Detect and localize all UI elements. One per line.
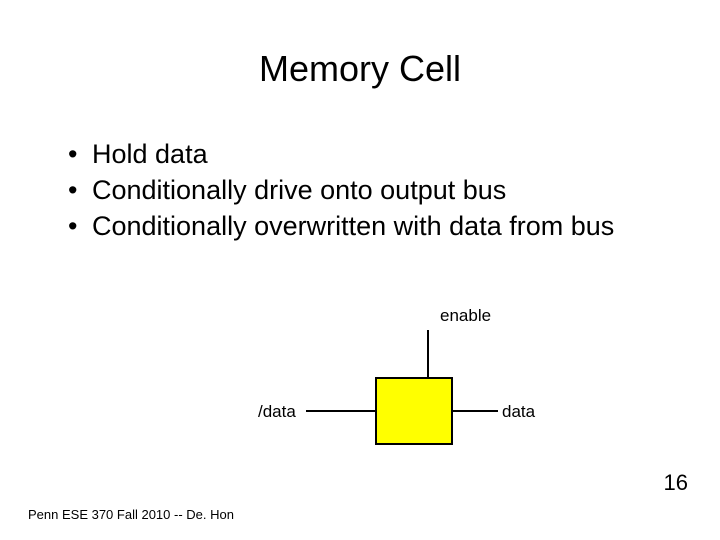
- list-item: • Hold data: [62, 138, 660, 172]
- enable-label: enable: [440, 306, 491, 326]
- slide-title: Memory Cell: [0, 0, 720, 90]
- slide: Memory Cell • Hold data • Conditionally …: [0, 0, 720, 540]
- bullet-text: Hold data: [92, 138, 660, 172]
- memory-cell-diagram: enable /data data: [260, 300, 560, 480]
- data-inv-label: /data: [258, 402, 296, 422]
- bullet-text: Conditionally drive onto output bus: [92, 174, 660, 208]
- bullet-dot: •: [62, 138, 92, 172]
- diagram-svg: [260, 300, 560, 480]
- bullet-dot: •: [62, 174, 92, 208]
- data-label: data: [502, 402, 535, 422]
- footer-text: Penn ESE 370 Fall 2010 -- De. Hon: [28, 507, 234, 522]
- bullet-text: Conditionally overwritten with data from…: [92, 210, 660, 244]
- bullet-dot: •: [62, 210, 92, 244]
- page-number: 16: [664, 470, 688, 496]
- list-item: • Conditionally drive onto output bus: [62, 174, 660, 208]
- list-item: • Conditionally overwritten with data fr…: [62, 210, 660, 244]
- bullet-list: • Hold data • Conditionally drive onto o…: [62, 138, 660, 243]
